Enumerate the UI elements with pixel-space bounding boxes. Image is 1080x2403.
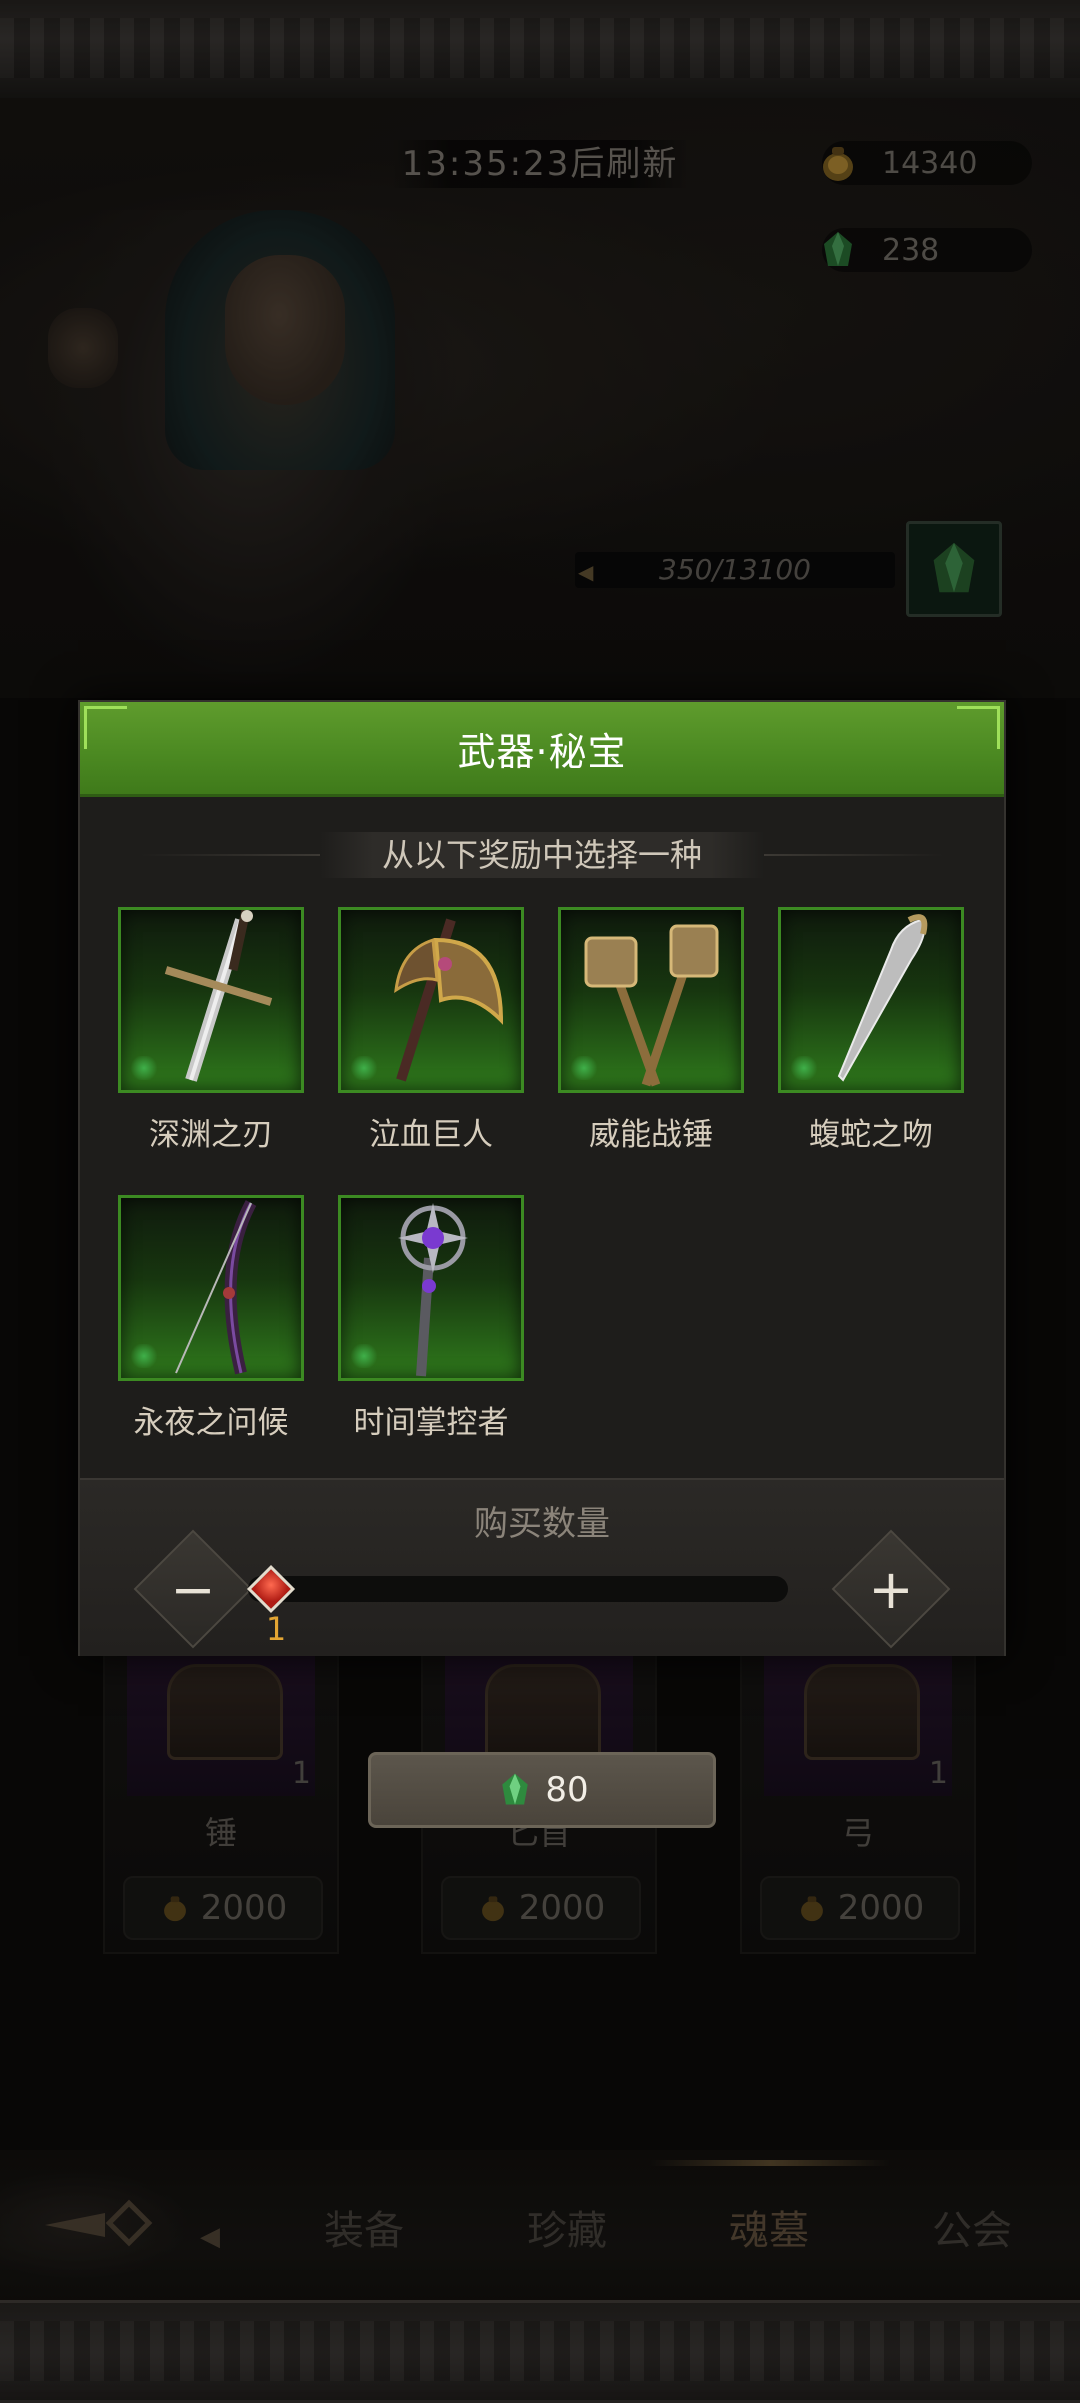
quantity-title: 购买数量	[474, 1504, 610, 1544]
item-label: 威能战锤	[589, 1117, 713, 1153]
buy-price-value: 80	[545, 1770, 589, 1810]
decrease-button[interactable]: −	[133, 1529, 253, 1649]
item-label: 泣血巨人	[369, 1117, 493, 1153]
corner-ornament	[84, 706, 127, 749]
item-label: 永夜之问候	[133, 1405, 289, 1441]
slider-handle[interactable]	[246, 1564, 296, 1614]
item-tile	[338, 1195, 524, 1381]
green-crystal-icon	[502, 1773, 529, 1805]
item-tile	[118, 907, 304, 1093]
reward-item-abyss-blade[interactable]: 深渊之刃	[118, 907, 304, 1157]
item-tile	[778, 907, 964, 1093]
item-tile	[558, 907, 744, 1093]
war-hammer-icon	[584, 924, 719, 1087]
reward-select-modal: 武器·秘宝 从以下奖励中选择一种 深渊之刃 泣血巨人 威能战锤 蝮蛇之吻 永夜之…	[78, 700, 1006, 1656]
item-label: 时间掌控者	[353, 1405, 509, 1441]
divider	[764, 854, 944, 856]
modal-title: 武器·秘宝	[80, 702, 1004, 797]
axe-icon	[394, 918, 504, 1082]
item-label: 深渊之刃	[149, 1117, 273, 1153]
modal-subtitle: 从以下奖励中选择一种	[320, 832, 764, 878]
item-label: 蝮蛇之吻	[809, 1117, 933, 1153]
quantity-value: 1	[265, 1610, 287, 1648]
reward-item-time-master[interactable]: 时间掌控者	[338, 1195, 524, 1445]
reward-item-blood-giant[interactable]: 泣血巨人	[338, 907, 524, 1157]
plus-icon: +	[868, 1557, 914, 1621]
quantity-slider[interactable]	[248, 1576, 788, 1602]
increase-button[interactable]: +	[831, 1529, 951, 1649]
buy-button[interactable]: 80	[368, 1752, 716, 1828]
minus-icon: −	[170, 1557, 216, 1621]
reward-item-viper-kiss[interactable]: 蝮蛇之吻	[778, 907, 964, 1157]
bow-icon	[175, 1200, 257, 1375]
item-tile	[338, 907, 524, 1093]
divider	[140, 854, 320, 856]
dagger-icon	[837, 914, 928, 1082]
reward-item-power-hammer[interactable]: 威能战锤	[558, 907, 744, 1157]
scepter-icon	[398, 1203, 468, 1377]
reward-item-eternal-night-greeting[interactable]: 永夜之问候	[118, 1195, 304, 1445]
corner-ornament	[957, 706, 1000, 749]
sword-icon	[164, 910, 273, 1082]
quantity-panel: 购买数量 − 1 +	[80, 1478, 1004, 1656]
item-tile	[118, 1195, 304, 1381]
